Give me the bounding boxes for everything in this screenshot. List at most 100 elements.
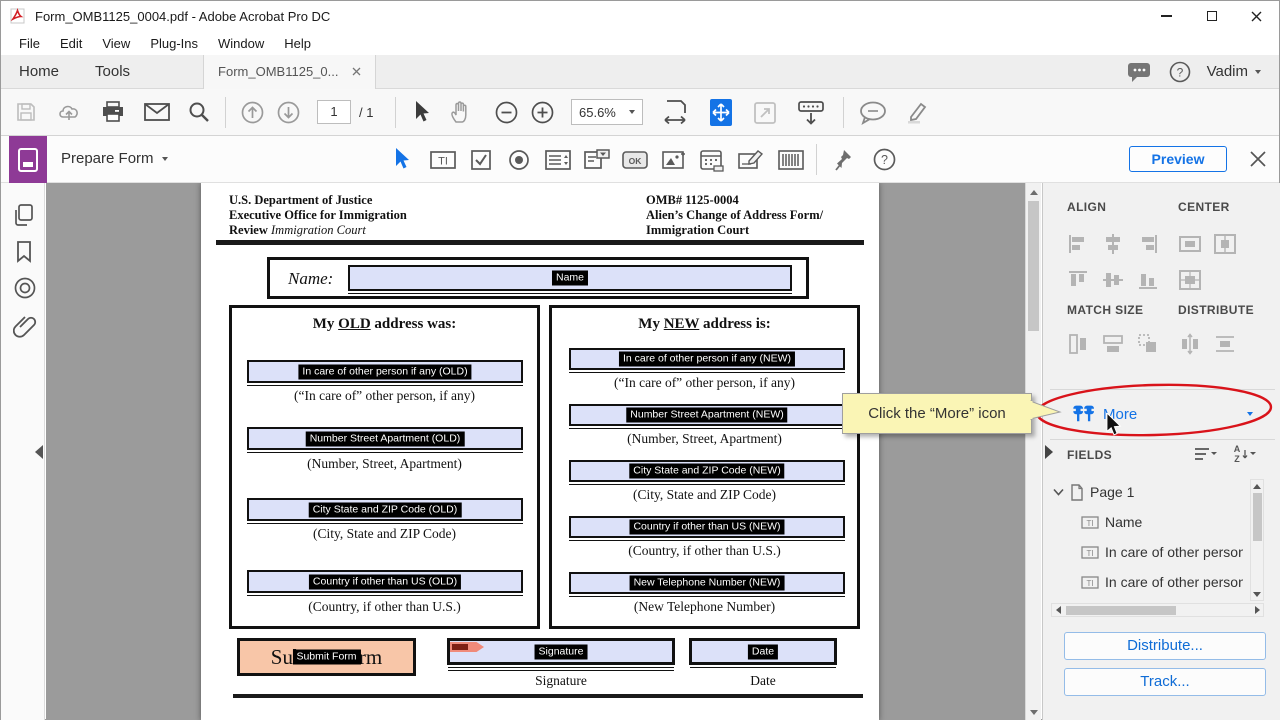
destinations-icon[interactable] — [13, 276, 37, 300]
radio-field-icon[interactable] — [507, 148, 531, 172]
maximize-button[interactable] — [1189, 1, 1234, 31]
fit-page-icon[interactable] — [709, 98, 733, 127]
search-icon[interactable] — [188, 101, 210, 123]
tree-field-row[interactable]: TI In care of other person — [1053, 537, 1249, 567]
name-form-field[interactable]: Name — [348, 265, 792, 291]
save-icon[interactable] — [15, 101, 37, 123]
cloud-upload-icon[interactable] — [57, 101, 81, 123]
center-both-icon[interactable] — [1178, 269, 1202, 291]
barcode-field-icon[interactable] — [777, 149, 805, 171]
sort-alpha-icon[interactable]: A Z — [1231, 443, 1259, 465]
date-form-field[interactable]: Date — [689, 638, 837, 665]
image-field-icon[interactable] — [661, 149, 687, 171]
zoom-level-select[interactable]: 65.6% — [571, 99, 643, 125]
new-telephone-field[interactable]: New Telephone Number (NEW) — [569, 572, 845, 594]
scroll-down-icon[interactable] — [1251, 589, 1263, 599]
bookmarks-icon[interactable] — [15, 240, 33, 264]
minimize-button[interactable] — [1144, 1, 1189, 31]
old-city-field[interactable]: City State and ZIP Code (OLD) — [247, 498, 523, 521]
close-prepare-form-icon[interactable] — [1249, 150, 1267, 168]
print-icon[interactable] — [101, 101, 125, 123]
menu-help[interactable]: Help — [274, 33, 321, 54]
menu-plugins[interactable]: Plug-Ins — [140, 33, 208, 54]
scroll-down-icon[interactable] — [1026, 706, 1041, 718]
distribute-horizontal-icon[interactable] — [1213, 333, 1237, 355]
menu-window[interactable]: Window — [208, 33, 274, 54]
help-icon[interactable]: ? — [873, 148, 896, 171]
feedback-bubble-icon[interactable] — [1127, 61, 1153, 83]
signature-field-icon[interactable] — [737, 149, 765, 171]
tree-field-row[interactable]: TI Name — [1053, 507, 1249, 537]
help-circle-icon[interactable]: ? — [1169, 61, 1191, 83]
scrollbar-thumb[interactable] — [1028, 201, 1039, 331]
tab-close-icon[interactable] — [352, 67, 361, 76]
page-up-icon[interactable] — [241, 101, 264, 124]
fields-hscrollbar[interactable] — [1051, 603, 1264, 617]
menu-edit[interactable]: Edit — [50, 33, 92, 54]
tree-page-row[interactable]: Page 1 — [1053, 477, 1249, 507]
preview-button[interactable]: Preview — [1129, 146, 1227, 172]
new-street-field[interactable]: Number Street Apartment (NEW) — [569, 404, 845, 426]
highlighter-icon[interactable] — [903, 100, 929, 126]
document-tab[interactable]: Form_OMB1125_0... — [203, 55, 376, 89]
fit-width-icon[interactable] — [663, 99, 689, 126]
align-left-icon[interactable] — [1067, 233, 1089, 255]
scrollbar-thumb[interactable] — [1066, 606, 1176, 615]
sort-order-icon[interactable] — [1193, 445, 1219, 463]
document-scrollbar[interactable] — [1025, 183, 1041, 720]
tab-home[interactable]: Home — [1, 55, 77, 88]
prepare-form-menu[interactable]: Prepare Form — [61, 150, 168, 167]
scroll-right-icon[interactable] — [1252, 604, 1262, 616]
new-country-field[interactable]: Country if other than US (NEW) — [569, 516, 845, 538]
attachments-icon[interactable] — [13, 313, 37, 339]
form-cursor-icon[interactable] — [393, 147, 411, 171]
match-width-icon[interactable] — [1102, 333, 1124, 355]
zoom-in-icon[interactable] — [531, 101, 554, 124]
hand-tool-icon[interactable] — [449, 100, 471, 124]
old-care-of-field[interactable]: In care of other person if any (OLD) — [247, 360, 523, 383]
old-street-field[interactable]: Number Street Apartment (OLD) — [247, 427, 523, 450]
match-both-icon[interactable] — [1137, 333, 1159, 355]
align-vmiddle-icon[interactable] — [1102, 269, 1124, 291]
match-height-icon[interactable] — [1067, 333, 1089, 355]
close-button[interactable] — [1234, 1, 1279, 31]
scroll-up-icon[interactable] — [1251, 481, 1263, 491]
align-hcenter-icon[interactable] — [1102, 233, 1124, 255]
old-country-field[interactable]: Country if other than US (OLD) — [247, 570, 523, 593]
center-vertical-icon[interactable] — [1213, 233, 1237, 255]
date-field-icon[interactable] — [699, 148, 725, 172]
page-number-input[interactable]: 1 — [317, 100, 351, 124]
select-cursor-icon[interactable] — [413, 100, 431, 124]
align-top-icon[interactable] — [1067, 269, 1089, 291]
distribute-vertical-icon[interactable] — [1178, 333, 1202, 355]
page-down-icon[interactable] — [277, 101, 300, 124]
page-thumbnails-icon[interactable] — [13, 203, 35, 227]
new-care-of-field[interactable]: In care of other person if any (NEW) — [569, 348, 845, 370]
zoom-out-icon[interactable] — [495, 101, 518, 124]
track-button[interactable]: Track... — [1064, 668, 1266, 696]
text-field-icon[interactable]: TI — [429, 149, 457, 171]
scroll-up-icon[interactable] — [1026, 186, 1041, 198]
align-bottom-icon[interactable] — [1137, 269, 1159, 291]
dropdown-field-icon[interactable] — [583, 148, 611, 172]
collapse-right-panel-icon[interactable] — [1045, 445, 1053, 459]
new-city-field[interactable]: City State and ZIP Code (NEW) — [569, 460, 845, 482]
button-field-icon[interactable]: OK — [621, 150, 649, 170]
submit-form-button[interactable]: Submit Form Submit Form — [237, 638, 416, 676]
fields-vscrollbar[interactable] — [1250, 479, 1264, 601]
tab-tools[interactable]: Tools — [77, 55, 148, 88]
menu-view[interactable]: View — [92, 33, 140, 54]
distribute-button[interactable]: Distribute... — [1064, 632, 1266, 660]
center-horizontal-icon[interactable] — [1178, 233, 1202, 255]
align-right-icon[interactable] — [1137, 233, 1159, 255]
presentation-icon[interactable] — [797, 100, 825, 126]
pin-icon[interactable] — [834, 147, 858, 173]
tree-chevron-icon[interactable] — [1053, 488, 1064, 496]
fullscreen-icon[interactable] — [753, 101, 777, 125]
checkbox-field-icon[interactable] — [469, 148, 493, 172]
collapse-left-panel-icon[interactable] — [35, 445, 43, 459]
user-menu[interactable]: Vadim — [1207, 63, 1261, 80]
email-icon[interactable] — [144, 103, 170, 121]
tree-field-row[interactable]: TI In care of other person — [1053, 567, 1249, 597]
listbox-field-icon[interactable] — [544, 149, 572, 171]
